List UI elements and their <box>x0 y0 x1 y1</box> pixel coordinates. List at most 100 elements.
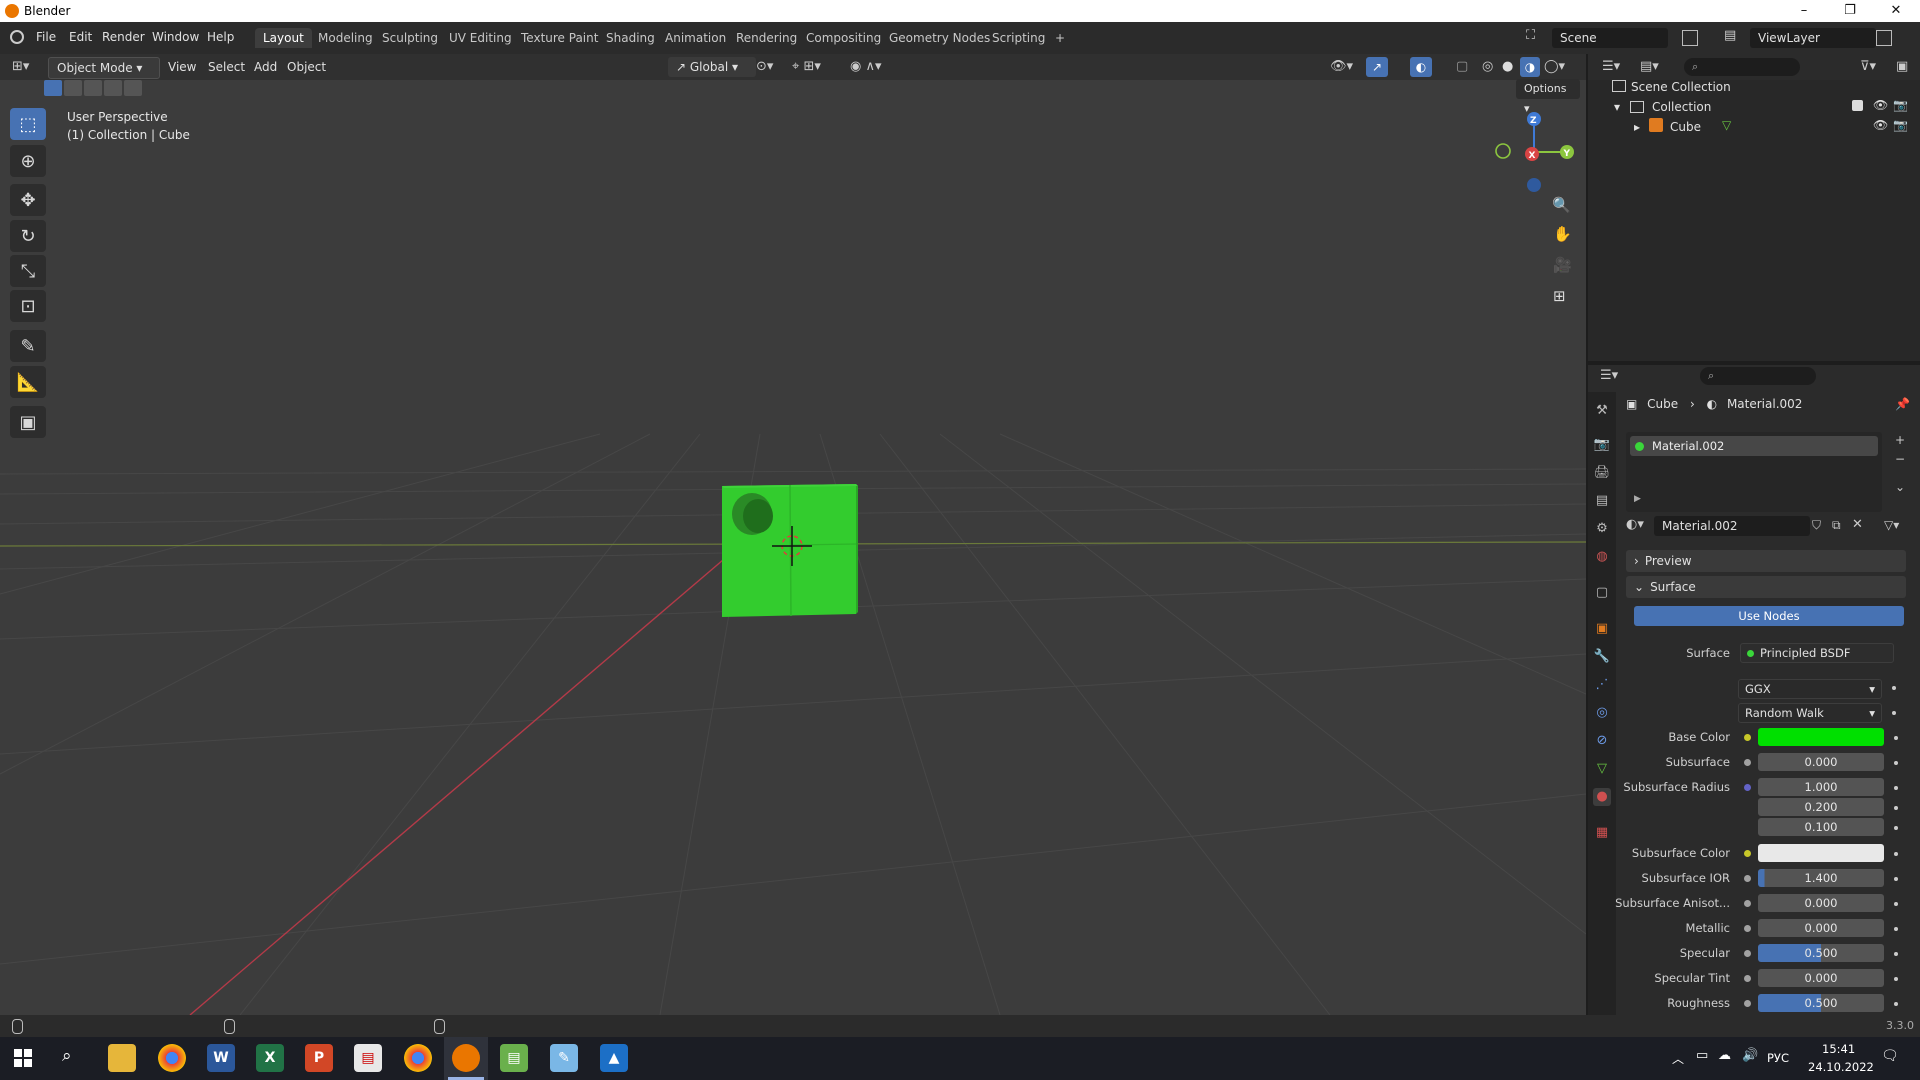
annotate-tool-button[interactable]: ✎ <box>10 330 46 362</box>
material-browse-icon[interactable]: ◐▾ <box>1626 517 1644 532</box>
tab-animation[interactable]: Animation <box>657 28 734 48</box>
properties-search-field[interactable]: ⌕ <box>1700 367 1816 385</box>
output-tab-icon[interactable]: 🖨 <box>1593 464 1611 482</box>
outliner-collection[interactable]: Collection <box>1652 100 1711 114</box>
value-slider[interactable]: 0.000 <box>1758 753 1884 771</box>
keyframe-icon[interactable] <box>1894 736 1898 740</box>
value-slider[interactable]: 1.000 <box>1758 778 1884 796</box>
tab-geometry-nodes[interactable]: Geometry Nodes <box>881 28 998 48</box>
cube-eye-icon[interactable]: 👁 <box>1873 118 1888 132</box>
value-slider[interactable]: 0.500 <box>1758 994 1884 1012</box>
viewport-menu-add[interactable]: Add <box>254 60 277 74</box>
minimize-button[interactable]: – <box>1781 0 1827 22</box>
new-scene-icon[interactable] <box>1682 30 1698 46</box>
properties-editor-icon[interactable]: ☰▾ <box>1600 368 1618 383</box>
socket-icon[interactable] <box>1744 734 1751 741</box>
select-tool-button[interactable]: ⬚ <box>10 108 46 140</box>
preview-panel-header[interactable]: › Preview <box>1626 550 1906 572</box>
zoom-icon[interactable]: 🔍 <box>1552 196 1571 214</box>
keyframe-icon[interactable] <box>1894 902 1898 906</box>
tray-date[interactable]: 24.10.2022 <box>1808 1060 1874 1074</box>
keyframe-icon[interactable] <box>1894 927 1898 931</box>
select-extend-icon[interactable] <box>64 80 82 96</box>
keyframe-icon[interactable] <box>1894 786 1898 790</box>
3d-viewport[interactable] <box>0 54 1586 1015</box>
maximize-button[interactable]: ❐ <box>1827 0 1873 22</box>
blender-menu-icon[interactable] <box>10 30 24 44</box>
solid-shading-icon[interactable]: ● <box>1502 59 1513 74</box>
material-name-field[interactable]: Material.002 <box>1654 516 1810 536</box>
unlink-material-icon[interactable]: ✕ <box>1852 517 1863 532</box>
view-layer-tab-icon[interactable]: ▤ <box>1593 492 1611 510</box>
cube-camera-icon[interactable]: 📷 <box>1893 118 1908 132</box>
pan-hand-icon[interactable]: ✋ <box>1553 225 1572 243</box>
camera-view-icon[interactable]: 🎥 <box>1553 256 1572 274</box>
spreadsheet-app-icon[interactable]: ▤ <box>500 1044 528 1072</box>
surface-shader-field[interactable]: Principled BSDF <box>1740 643 1894 663</box>
pin-icon[interactable]: 📌 <box>1895 397 1910 411</box>
wireframe-shading-icon[interactable]: ◎ <box>1482 59 1493 74</box>
fake-user-icon[interactable]: ⛉ <box>1812 518 1821 533</box>
socket-icon[interactable] <box>1744 759 1751 766</box>
physics-tab-icon[interactable]: ◎ <box>1593 704 1611 722</box>
keyframe-icon[interactable] <box>1894 1002 1898 1006</box>
viewport-menu-view[interactable]: View <box>168 60 196 74</box>
socket-icon[interactable] <box>1744 850 1751 857</box>
search-icon[interactable]: ⌕ <box>62 1046 72 1066</box>
tray-time[interactable]: 15:41 <box>1822 1042 1855 1056</box>
value-slider[interactable]: 0.200 <box>1758 798 1884 816</box>
cube-expand-icon[interactable]: ▸ <box>1634 120 1640 134</box>
duplicate-material-icon[interactable]: ⧉ <box>1832 518 1841 533</box>
socket-icon[interactable] <box>1744 975 1751 982</box>
scale-tool-button[interactable]: ⤡ <box>10 255 46 287</box>
subsurface-method-dropdown[interactable]: Random Walk ▾ <box>1738 703 1882 723</box>
use-nodes-button[interactable]: Use Nodes <box>1634 606 1904 626</box>
move-tool-button[interactable]: ✥ <box>10 184 46 216</box>
excel-icon[interactable]: X <box>256 1044 284 1072</box>
close-button[interactable]: ✕ <box>1873 0 1919 22</box>
collection-eye-icon[interactable]: 👁 <box>1873 98 1888 112</box>
render-tab-icon[interactable]: 📷 <box>1593 436 1611 454</box>
xray-icon[interactable]: ▢ <box>1456 59 1468 74</box>
navigation-gizmo[interactable]: Z Y X <box>1486 106 1576 196</box>
value-slider[interactable]: 1.400 <box>1758 869 1884 887</box>
tab-uv-editing[interactable]: UV Editing <box>441 28 520 48</box>
distribution-dropdown[interactable]: GGX ▾ <box>1738 679 1882 699</box>
outliner-search-field[interactable]: ⌕ <box>1684 58 1800 76</box>
color-swatch[interactable] <box>1758 728 1884 746</box>
menu-render[interactable]: Render <box>102 30 145 44</box>
collection-checkbox-icon[interactable] <box>1852 100 1863 111</box>
slot-specials-icon[interactable]: ⌄ <box>1892 480 1908 496</box>
slot-expand-icon[interactable]: ▶ <box>1634 494 1641 504</box>
scene-tab-icon[interactable]: ⚙ <box>1593 520 1611 538</box>
keyframe-icon[interactable] <box>1894 806 1898 810</box>
ortho-grid-icon[interactable]: ⊞ <box>1553 287 1566 305</box>
keyframe-icon[interactable] <box>1894 952 1898 956</box>
socket-icon[interactable] <box>1744 900 1751 907</box>
tab-shading[interactable]: Shading <box>598 28 663 48</box>
powerpoint-icon[interactable]: P <box>305 1044 333 1072</box>
keyframe-icon[interactable] <box>1894 877 1898 881</box>
tab-modeling[interactable]: Modeling <box>310 28 381 48</box>
tab-scripting[interactable]: Scripting <box>984 28 1053 48</box>
new-collection-icon[interactable]: ▣ <box>1896 59 1908 74</box>
tab-texture-paint[interactable]: Texture Paint <box>513 28 606 48</box>
chrome-icon[interactable] <box>158 1044 186 1072</box>
material-slot-item[interactable]: Material.002 <box>1630 436 1878 456</box>
scene-icon[interactable]: ⛶ <box>1526 28 1548 48</box>
menu-window[interactable]: Window <box>152 30 199 44</box>
word-icon[interactable]: W <box>207 1044 235 1072</box>
windows-start-icon[interactable] <box>14 1049 32 1067</box>
surface-panel-header[interactable]: ⌄ Surface <box>1626 576 1906 598</box>
paint-app-icon[interactable]: ✎ <box>550 1044 578 1072</box>
tray-language[interactable]: РУС <box>1767 1051 1789 1065</box>
mode-dropdown[interactable]: Object Mode ▾ <box>48 57 160 79</box>
socket-icon[interactable] <box>1744 784 1751 791</box>
keyframe-icon[interactable] <box>1894 761 1898 765</box>
value-slider[interactable]: 0.000 <box>1758 919 1884 937</box>
select-subtract-icon[interactable] <box>84 80 102 96</box>
select-intersect-icon[interactable] <box>124 80 142 96</box>
tray-chevron-icon[interactable]: ︿ <box>1672 1050 1684 1067</box>
collection-camera-icon[interactable]: 📷 <box>1893 98 1908 112</box>
menu-edit[interactable]: Edit <box>69 30 92 44</box>
